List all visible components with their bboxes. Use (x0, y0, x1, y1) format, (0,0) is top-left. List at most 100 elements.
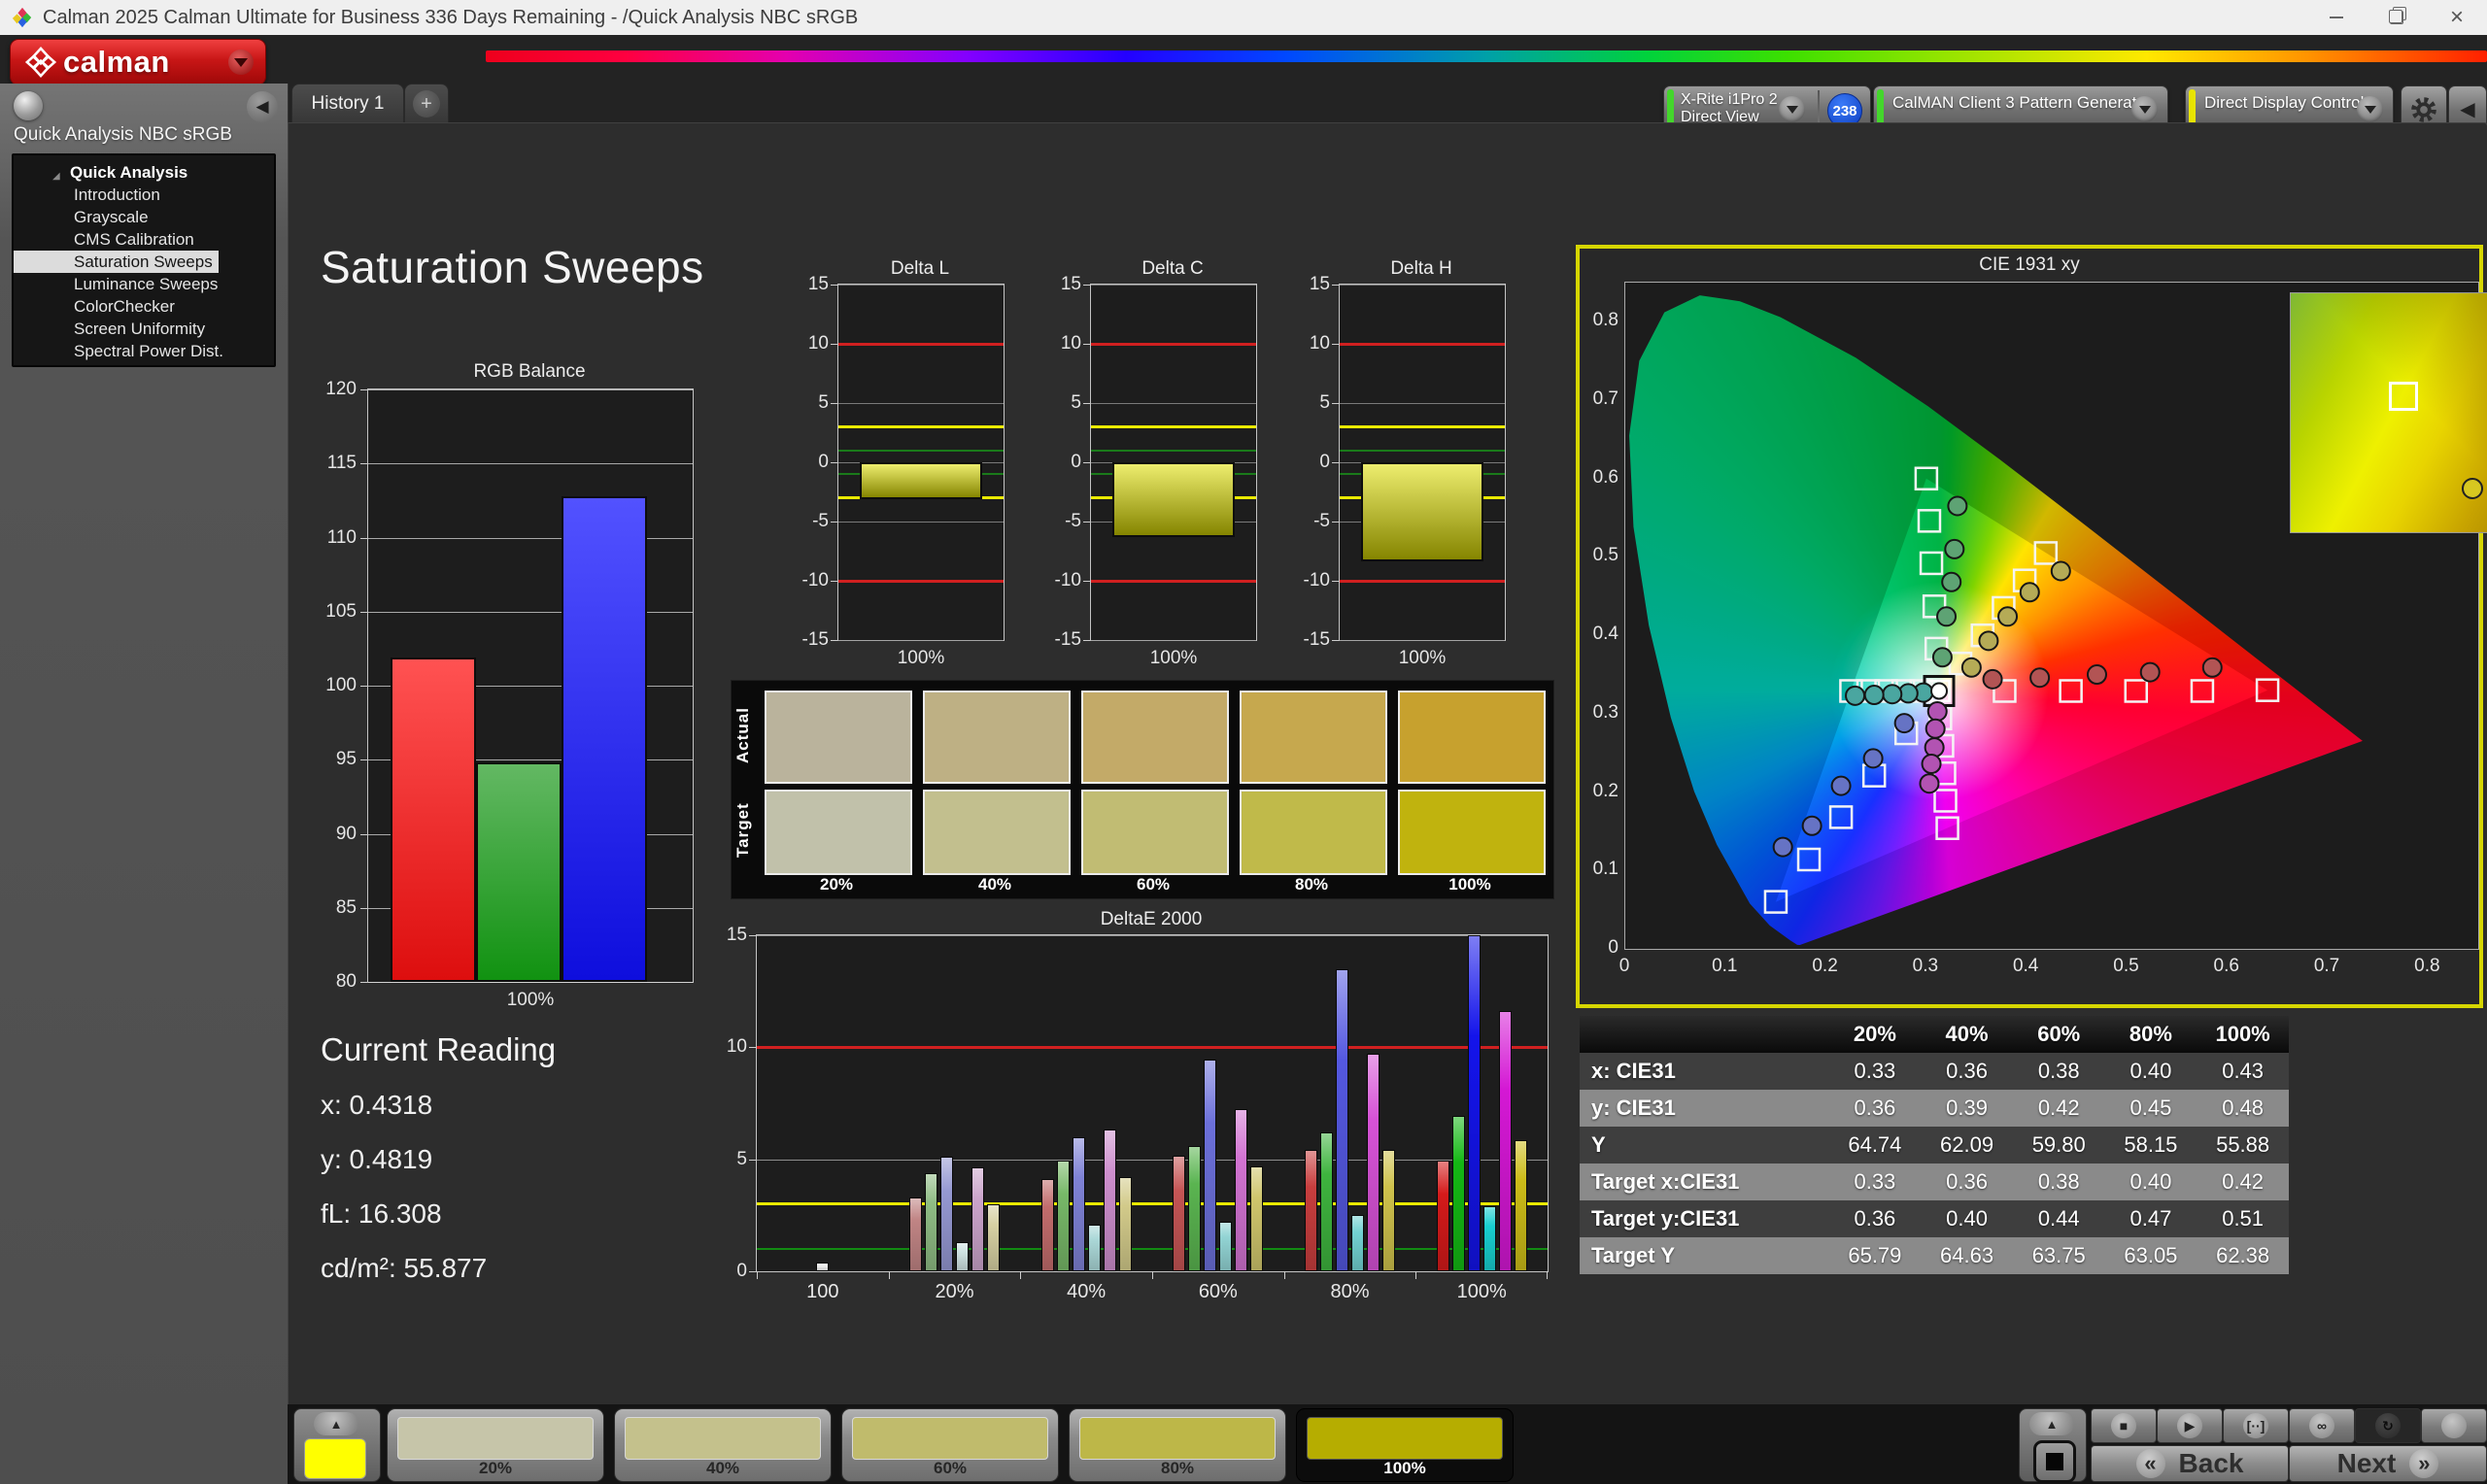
play-button[interactable]: ▶ (2157, 1408, 2223, 1443)
row-label-actual: Actual (733, 691, 759, 780)
limit-line (1340, 580, 1505, 583)
table-cell: 0.38 (2013, 1164, 2105, 1200)
table-row: y: CIE310.360.390.420.450.48 (1580, 1090, 2289, 1127)
x-tick-mark (1415, 1271, 1416, 1279)
table-cell: 0.38 (2013, 1053, 2105, 1090)
target-marker (1919, 510, 1940, 531)
gridline (838, 640, 1004, 641)
measured-marker (1803, 817, 1822, 835)
sidebar-item-luminance-sweeps[interactable]: Luminance Sweeps (14, 273, 274, 295)
cie-title: CIE 1931 xy (1580, 254, 2479, 276)
sidebar-collapse-button[interactable]: ◀ (247, 91, 278, 122)
tick-mark (1083, 462, 1090, 463)
sidebar-item-screen-uniformity[interactable]: Screen Uniformity (14, 318, 274, 340)
tick-mark (360, 389, 367, 390)
x-axis-tick-label: 0.8 (2405, 956, 2448, 977)
gridline (838, 522, 1004, 523)
table-row-label: Target x:CIE31 (1580, 1164, 1829, 1200)
cie-1931-panel[interactable]: CIE 1931 xy 00.10.20.30.40.50.60.70.800.… (1576, 245, 2483, 1008)
pattern-button-60%[interactable]: 60% (841, 1408, 1059, 1482)
y-axis-tick-label: 0.1 (1580, 859, 1618, 880)
tick-mark (1332, 581, 1339, 582)
tab-history-1[interactable]: History 1 (291, 84, 404, 123)
calman-menu-button[interactable]: calman (10, 39, 266, 85)
swatch-col-label: 80% (1240, 875, 1383, 894)
back-button[interactable]: « Back (2091, 1445, 2289, 1482)
tree-expander-icon[interactable]: ◢ (52, 165, 60, 187)
table-row: Target y:CIE310.360.400.440.470.51 (1580, 1200, 2289, 1237)
sidebar-item-cms-calibration[interactable]: CMS Calibration (14, 228, 274, 251)
title-bar: Calman 2025 Calman Ultimate for Business… (0, 0, 2487, 35)
axis-tick-label: 80 (306, 971, 357, 993)
tick-mark (831, 285, 837, 286)
pattern-bar: ▲ 20% 40%60%80%100% ▲ ■▶[··]∞↻ « Back Nex… (288, 1404, 2487, 1484)
next-button[interactable]: Next » (2289, 1445, 2487, 1482)
sidebar-item-spectral-power-dist-[interactable]: Spectral Power Dist. (14, 340, 274, 362)
axis-tick-label: 15 (778, 274, 829, 295)
target-marker (1798, 849, 1820, 870)
stop-button[interactable]: ■ (2091, 1408, 2157, 1443)
step-button[interactable]: [··] (2223, 1408, 2289, 1443)
axis-tick-label: 10 (697, 1036, 747, 1058)
minimize-button[interactable] (2306, 0, 2367, 35)
y-axis-tick-label: 0.6 (1580, 467, 1618, 489)
pattern-chip (1079, 1417, 1276, 1460)
current-reading-block: Current Reading x: 0.4318y: 0.4819fL: 16… (321, 1031, 556, 1307)
chevron-down-icon (2131, 96, 2158, 122)
deltae-bar (1104, 1130, 1116, 1271)
table-cell: 0.45 (2105, 1090, 2197, 1127)
tree-root-quick-analysis[interactable]: ◢ Quick Analysis (14, 161, 274, 184)
sidebar-item-colorchecker[interactable]: ColorChecker (14, 295, 274, 318)
x-axis-tick-label: 0.6 (2205, 956, 2248, 977)
close-button[interactable]: × (2427, 0, 2487, 35)
axis-tick-label: 110 (306, 527, 357, 549)
spectrum-strip (486, 51, 2487, 62)
delta-h-chart: -15-10-5051015100% (1339, 284, 1506, 641)
measured-marker (1998, 607, 2017, 625)
blank-icon (2441, 1413, 2467, 1438)
sidebar-item-grayscale[interactable]: Grayscale (14, 206, 274, 228)
x-axis-label: 100% (1340, 648, 1505, 669)
current-pattern-swatch (304, 1438, 366, 1479)
gridline (1091, 285, 1256, 286)
loop-button[interactable]: ∞ (2289, 1408, 2355, 1443)
blank-button[interactable] (2421, 1408, 2487, 1443)
deltae-bar (1483, 1206, 1496, 1271)
pattern-window-button[interactable] (2033, 1440, 2076, 1483)
axis-tick-label: 5 (778, 392, 829, 414)
tab-label: History 1 (312, 93, 385, 115)
pattern-button-100%[interactable]: 100% (1296, 1408, 1514, 1482)
app-window: Calman 2025 Calman Ultimate for Business… (0, 0, 2487, 1484)
expand-transport-button[interactable]: ▲ (2029, 1412, 2074, 1435)
axis-tick-label: 10 (778, 333, 829, 354)
table-column-header: 40% (1921, 1016, 2013, 1053)
x-axis-tick-label: 0.3 (1904, 956, 1947, 977)
sidebar-sphere-button[interactable] (14, 91, 43, 120)
axis-tick-label: 115 (306, 453, 357, 474)
maximize-button[interactable] (2367, 0, 2427, 35)
sidebar-item-saturation-sweeps[interactable]: Saturation Sweeps (14, 251, 219, 273)
workflow-tree: ◢ Quick Analysis IntroductionGrayscaleCM… (12, 153, 276, 367)
tick-mark (749, 1160, 756, 1161)
pattern-button-80%[interactable]: 80% (1069, 1408, 1286, 1482)
swatch-actual-80% (1240, 691, 1387, 784)
refresh-button[interactable]: ↻ (2355, 1408, 2421, 1443)
pattern-button-20%[interactable]: 20% (387, 1408, 604, 1482)
add-tab-button[interactable]: + (404, 84, 449, 123)
table-cell: 62.09 (1921, 1127, 2013, 1164)
measured-marker (1942, 573, 1960, 591)
measured-marker (2052, 561, 2070, 580)
gridline (757, 935, 1548, 936)
table-cell: 58.15 (2105, 1127, 2197, 1164)
pattern-button-40%[interactable]: 40% (614, 1408, 832, 1482)
measured-marker (1933, 648, 1952, 666)
table-cell: 0.44 (2013, 1200, 2105, 1237)
expand-patterns-button[interactable]: ▲ (314, 1412, 358, 1435)
table-row-label: Target Y (1580, 1237, 1829, 1274)
target-marker (1935, 790, 1957, 811)
back-label: Back (2179, 1448, 2244, 1479)
axis-tick-label: 10 (1031, 333, 1081, 354)
x-tick-mark (889, 1271, 890, 1279)
pattern-label: 20% (388, 1459, 603, 1478)
target-marker (1937, 818, 1959, 839)
